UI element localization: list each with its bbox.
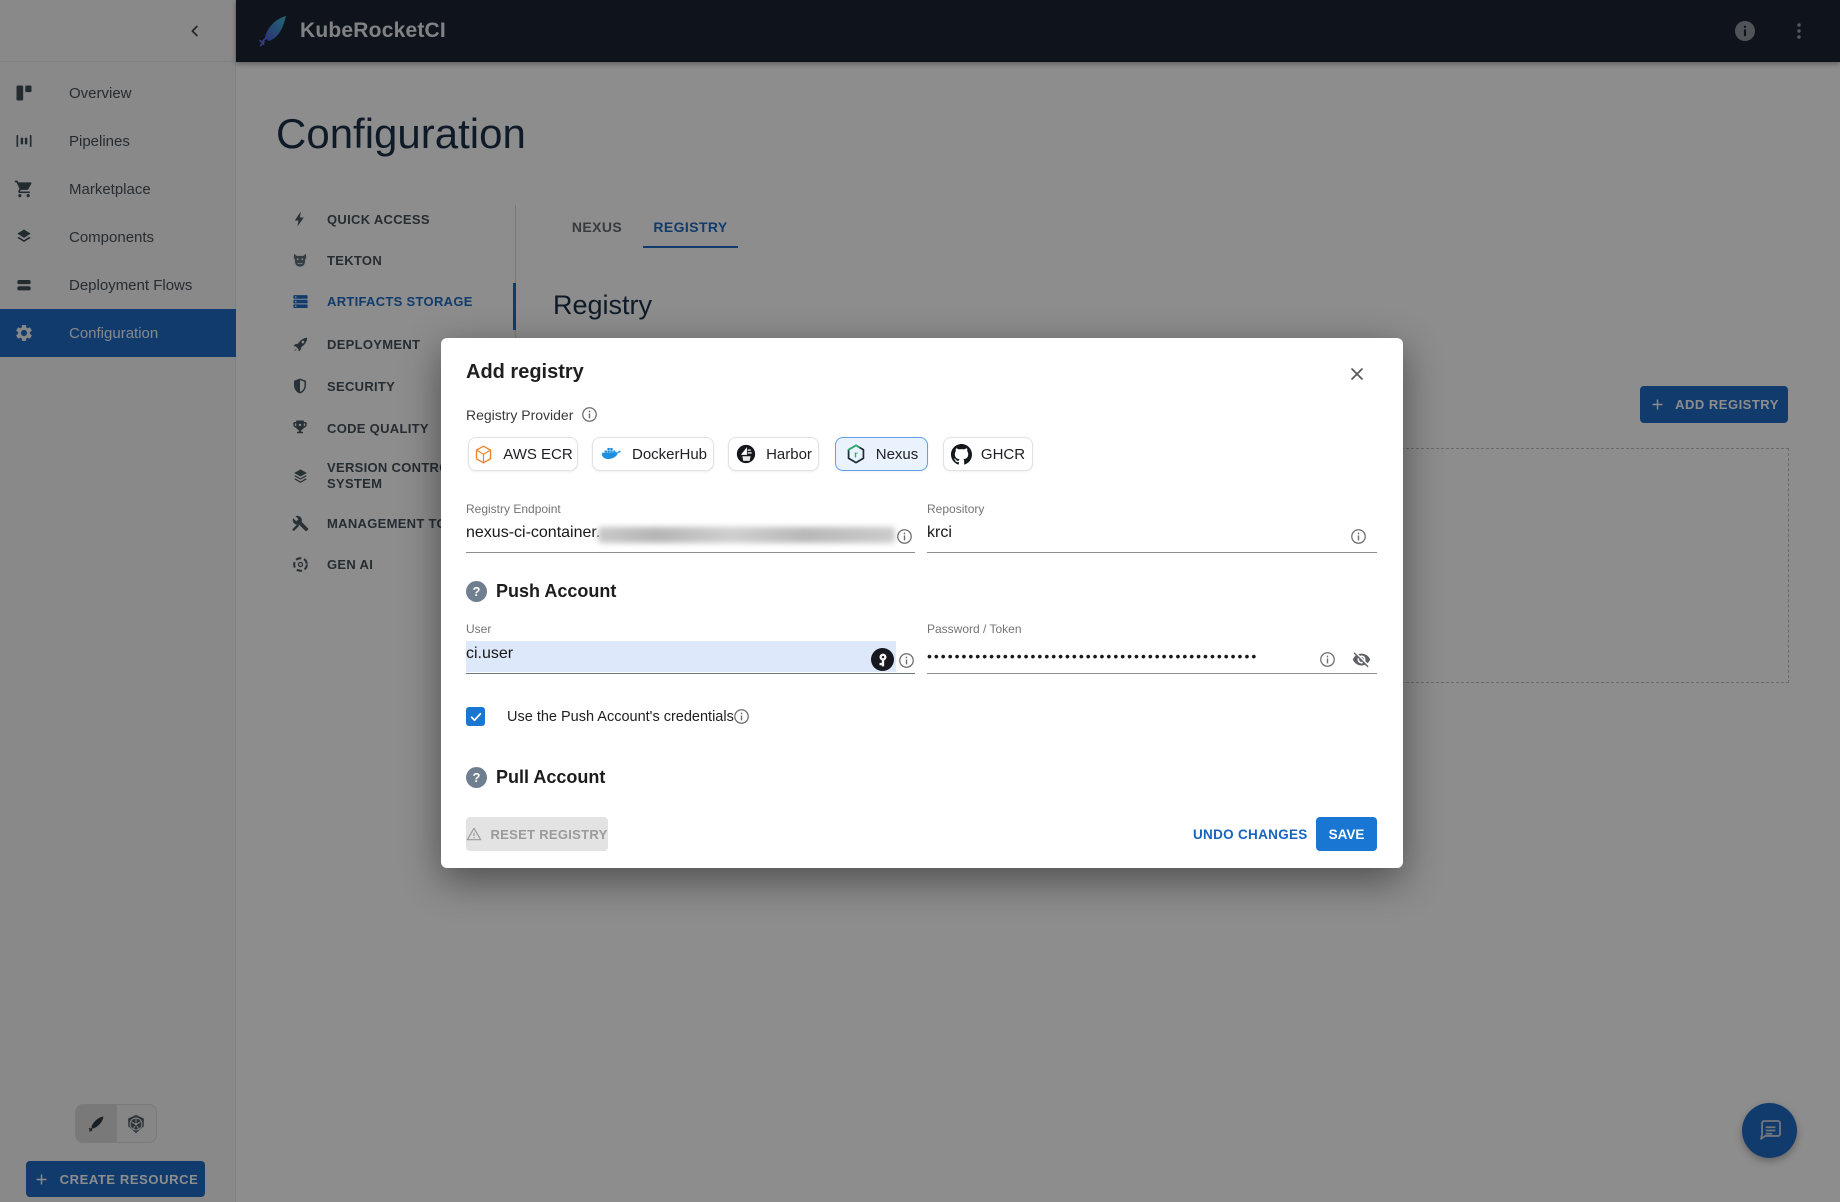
push-account-title: Push Account — [496, 581, 616, 602]
push-account-header: Push Account — [466, 581, 616, 602]
info-icon[interactable] — [1319, 651, 1336, 668]
dialog-close-button[interactable] — [1339, 356, 1375, 392]
provider-aws-ecr-button[interactable]: AWS ECR — [468, 437, 578, 471]
user-label: User — [466, 622, 491, 636]
user-input[interactable]: ci.user — [466, 645, 513, 663]
provider-label: Harbor — [766, 446, 812, 463]
provider-label: GHCR — [981, 446, 1025, 463]
password-token-input[interactable]: ••••••••••••••••••••••••••••••••••••••••… — [927, 648, 1258, 664]
harbor-icon — [735, 443, 757, 465]
nexus-icon: r — [845, 443, 867, 465]
question-mark-icon[interactable] — [466, 581, 487, 602]
pull-account-title: Pull Account — [496, 767, 605, 788]
visibility-off-icon[interactable] — [1352, 650, 1371, 669]
repository-underline — [927, 552, 1377, 553]
reset-registry-button[interactable]: RESET REGISTRY — [466, 817, 608, 851]
close-icon — [1347, 364, 1367, 384]
svg-text:r: r — [854, 449, 858, 460]
info-icon[interactable] — [898, 652, 915, 669]
info-icon[interactable] — [896, 528, 913, 545]
repository-input[interactable]: krci — [927, 524, 952, 542]
use-push-credentials-label: Use the Push Account's credentials — [507, 709, 734, 725]
save-button[interactable]: SAVE — [1316, 817, 1377, 851]
question-mark-icon[interactable] — [466, 767, 487, 788]
info-icon[interactable] — [581, 406, 598, 423]
provider-label: DockerHub — [632, 446, 707, 463]
provider-dockerhub-button[interactable]: DockerHub — [592, 437, 714, 471]
info-icon[interactable] — [733, 708, 750, 725]
registry-endpoint-redacted-value — [598, 527, 895, 543]
password-manager-key-icon[interactable] — [871, 648, 894, 671]
registry-provider-label: Registry Provider — [466, 407, 573, 423]
undo-changes-button[interactable]: UNDO CHANGES — [1183, 817, 1318, 851]
add-registry-dialog: Add registry Registry Provider AWS ECR D… — [441, 338, 1403, 868]
provider-harbor-button[interactable]: Harbor — [728, 437, 819, 471]
dialog-title: Add registry — [466, 361, 584, 384]
provider-nexus-button[interactable]: r Nexus — [835, 437, 928, 471]
registry-endpoint-underline — [466, 552, 915, 553]
pull-account-header: Pull Account — [466, 767, 605, 788]
use-push-credentials-checkbox[interactable] — [466, 707, 485, 726]
aws-ecr-icon — [473, 444, 494, 465]
provider-label: Nexus — [876, 446, 919, 463]
info-icon[interactable] — [1350, 528, 1367, 545]
provider-label: AWS ECR — [503, 446, 572, 463]
save-label: SAVE — [1329, 827, 1365, 842]
user-underline — [466, 673, 915, 674]
check-icon — [469, 710, 483, 724]
undo-changes-label: UNDO CHANGES — [1193, 827, 1308, 842]
user-autofill-highlight — [466, 641, 896, 672]
warning-triangle-icon — [466, 826, 482, 842]
github-icon — [951, 444, 972, 465]
registry-endpoint-input[interactable]: nexus-ci-container. — [466, 524, 600, 542]
docker-icon — [599, 443, 623, 465]
reset-registry-label: RESET REGISTRY — [490, 827, 607, 842]
password-token-label: Password / Token — [927, 622, 1022, 636]
registry-endpoint-label: Registry Endpoint — [466, 502, 561, 516]
provider-ghcr-button[interactable]: GHCR — [943, 437, 1033, 471]
registry-provider-label-row: Registry Provider — [466, 406, 598, 423]
password-underline — [927, 673, 1377, 674]
repository-label: Repository — [927, 502, 984, 516]
